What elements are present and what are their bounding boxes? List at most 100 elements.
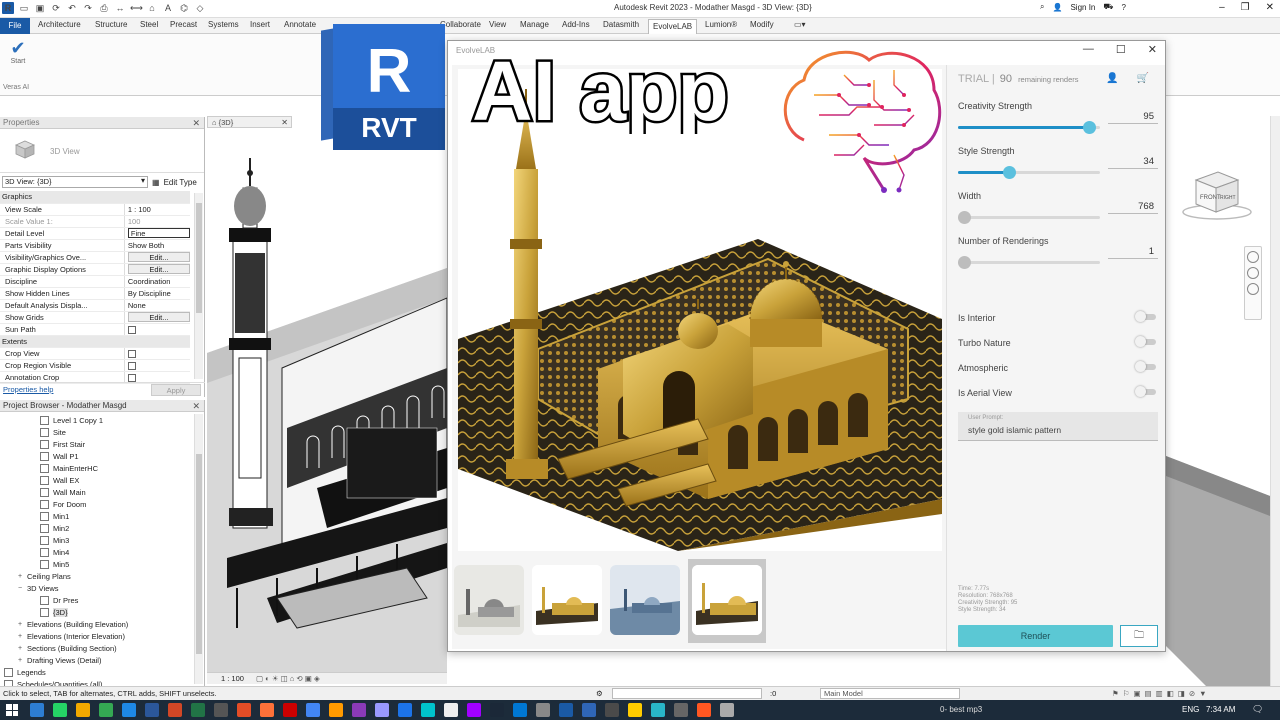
- property-edit-button[interactable]: Edit...: [127, 252, 190, 262]
- 3d-view-right-area[interactable]: FRONT RIGHT: [1166, 116, 1280, 686]
- property-value[interactable]: Fine: [127, 228, 190, 238]
- taskbar-app-icon[interactable]: [99, 703, 113, 717]
- close-button[interactable]: ✕: [1266, 2, 1274, 13]
- close-icon[interactable]: ✕: [192, 117, 200, 129]
- slider-track[interactable]: [958, 211, 1100, 224]
- 3d-view-canvas[interactable]: [207, 128, 447, 672]
- taskbar-app-icon[interactable]: [306, 703, 320, 717]
- taskbar-app-icon[interactable]: [145, 703, 159, 717]
- taskbar-app-icon[interactable]: [191, 703, 205, 717]
- tab-manage[interactable]: Manage: [520, 20, 549, 29]
- model-dropdown[interactable]: Main Model: [820, 688, 960, 699]
- taskbar-app-icon[interactable]: [651, 703, 665, 717]
- slider-track[interactable]: [958, 121, 1100, 134]
- tab-systems[interactable]: Systems: [208, 20, 239, 29]
- open-icon[interactable]: ▭: [18, 2, 30, 14]
- browser-scrollbar[interactable]: [194, 414, 203, 684]
- browser-node[interactable]: MainEnterHC: [0, 462, 204, 474]
- close-icon[interactable]: ✕: [281, 117, 288, 128]
- dialog-close-button[interactable]: ✕: [1148, 43, 1157, 56]
- maximize-button[interactable]: ❐: [1241, 2, 1250, 13]
- browser-node[interactable]: + Ceiling Plans: [0, 570, 204, 582]
- tag-icon[interactable]: ⌂: [146, 2, 158, 14]
- expand-toggle-icon[interactable]: +: [16, 573, 24, 580]
- view-controls-icons[interactable]: ▢ ◐ ☀ ◫ ⌂ ⟲ ▣ ◈: [256, 674, 320, 683]
- file-tab[interactable]: File: [0, 18, 30, 34]
- taskbar-app-icon[interactable]: [674, 703, 688, 717]
- toggle-switch[interactable]: [1135, 336, 1156, 347]
- browser-node[interactable]: Wall EX: [0, 474, 204, 486]
- minimize-button[interactable]: –: [1219, 2, 1225, 13]
- open-folder-button[interactable]: 🗀: [1120, 625, 1158, 647]
- tab-steel[interactable]: Steel: [140, 20, 158, 29]
- toggle-switch[interactable]: [1135, 386, 1156, 397]
- view-scale[interactable]: 1 : 100: [221, 674, 244, 683]
- properties-help-link[interactable]: Properties help: [3, 385, 53, 394]
- property-checkbox[interactable]: [127, 349, 136, 358]
- slider-track[interactable]: [958, 256, 1100, 269]
- user-icon[interactable]: 👤: [1052, 3, 1062, 12]
- tab-evolvelab[interactable]: EvolveLAB: [648, 19, 698, 34]
- print-icon[interactable]: ⎙: [98, 2, 110, 14]
- property-edit-button[interactable]: Edit...: [127, 264, 190, 274]
- taskbar-app-icon[interactable]: [168, 703, 182, 717]
- veras-start-button[interactable]: ✔ Start: [6, 38, 30, 65]
- selection-filter-icons[interactable]: ⚑⚐▣▤▥◧◨⊘▼: [1112, 687, 1211, 700]
- view-selector-dropdown[interactable]: 3D View: {3D}: [2, 176, 148, 188]
- slider-handle[interactable]: [958, 256, 971, 269]
- view-scrollbar[interactable]: [1270, 116, 1280, 686]
- taskbar-app-icon[interactable]: [697, 703, 711, 717]
- browser-node[interactable]: + Elevations (Interior Elevation): [0, 630, 204, 642]
- 3d-view-icon[interactable]: ⌬: [178, 2, 190, 14]
- browser-node[interactable]: Schedules/Quantities (all): [0, 678, 204, 686]
- apply-button[interactable]: Apply: [151, 384, 201, 396]
- thumbnail-sketch[interactable]: [454, 565, 524, 635]
- property-edit-button[interactable]: Edit...: [127, 312, 190, 322]
- browser-node[interactable]: Level 1 Copy 1: [0, 414, 204, 426]
- taskbar-app-icon[interactable]: [444, 703, 458, 717]
- tab-add-ins[interactable]: Add-Ins: [562, 20, 590, 29]
- taskbar-app-icon[interactable]: [582, 703, 596, 717]
- browser-node[interactable]: Legends: [0, 666, 204, 678]
- slider-value-input[interactable]: 34: [1108, 156, 1158, 169]
- windows-start-icon[interactable]: [6, 704, 18, 716]
- tab-insert[interactable]: Insert: [250, 20, 270, 29]
- tab-structure[interactable]: Structure: [95, 20, 127, 29]
- browser-node[interactable]: −3D Views: [0, 582, 204, 594]
- clock[interactable]: 7:34 AM: [1206, 705, 1235, 714]
- taskbar-app-icon[interactable]: [421, 703, 435, 717]
- taskbar-app-icon[interactable]: [398, 703, 412, 717]
- taskbar-app-icon[interactable]: [53, 703, 67, 717]
- measure-icon[interactable]: ↔: [114, 2, 126, 14]
- property-checkbox[interactable]: [127, 325, 136, 334]
- taskbar-app-icon[interactable]: [513, 703, 527, 717]
- browser-node[interactable]: Min3: [0, 534, 204, 546]
- browser-node[interactable]: Min5: [0, 558, 204, 570]
- browser-node[interactable]: + Drafting Views (Detail): [0, 654, 204, 666]
- browser-node[interactable]: + Sections (Building Section): [0, 642, 204, 654]
- slider-handle[interactable]: [1082, 121, 1096, 134]
- taskbar-app-icon[interactable]: [559, 703, 573, 717]
- zoom-icon[interactable]: [1247, 267, 1259, 279]
- toggle-switch[interactable]: [1135, 361, 1156, 372]
- browser-node[interactable]: First Stair: [0, 438, 204, 450]
- thumbnail-blue-snow[interactable]: [610, 565, 680, 635]
- help-icon[interactable]: ?: [1121, 3, 1125, 12]
- browser-node[interactable]: + Elevations (Building Elevation): [0, 618, 204, 630]
- cart-icon[interactable]: 🛒: [1137, 73, 1149, 84]
- taskbar-app-icon[interactable]: [30, 703, 44, 717]
- browser-node[interactable]: Wall Main: [0, 486, 204, 498]
- taskbar-app-icon[interactable]: [260, 703, 274, 717]
- cart-icon[interactable]: ⛟: [1103, 2, 1113, 12]
- slider-track[interactable]: [958, 166, 1100, 179]
- taskbar-app-icon[interactable]: [536, 703, 550, 717]
- taskbar-app-icon[interactable]: [237, 703, 251, 717]
- browser-node[interactable]: Min1: [0, 510, 204, 522]
- tab-architecture[interactable]: Architecture: [38, 20, 81, 29]
- slider-value-input[interactable]: 768: [1108, 201, 1158, 214]
- browser-node[interactable]: {3D}: [0, 606, 204, 618]
- redo-icon[interactable]: ↷: [82, 2, 94, 14]
- taskbar-app-icon[interactable]: [720, 703, 734, 717]
- section-icon[interactable]: ◇: [194, 2, 206, 14]
- steering-wheel-icon[interactable]: [1247, 251, 1259, 263]
